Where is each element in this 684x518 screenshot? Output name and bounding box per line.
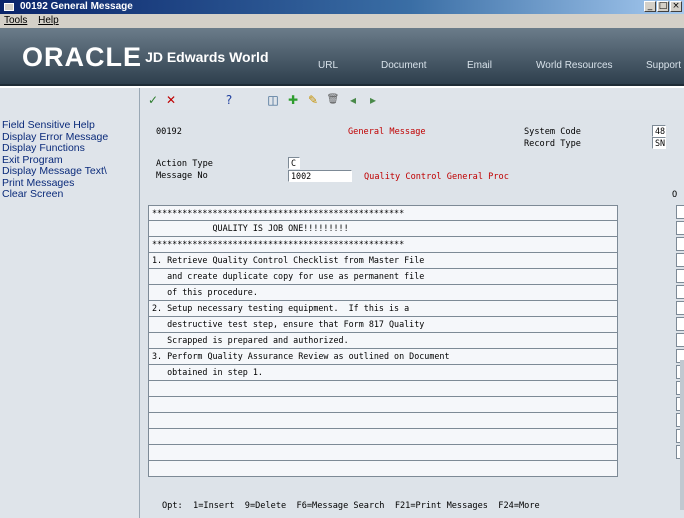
message-line[interactable]: ****************************************… xyxy=(148,237,618,253)
system-code-label: System Code xyxy=(524,127,581,137)
window-title: 00192 General Message xyxy=(20,1,133,12)
message-line[interactable] xyxy=(148,397,618,413)
message-line[interactable]: 2. Setup necessary testing equipment. If… xyxy=(148,301,618,317)
record-type-label: Record Type xyxy=(524,139,581,149)
exit-clear-screen[interactable]: Clear Screen xyxy=(2,188,140,201)
cancel-icon[interactable]: ✕ xyxy=(164,93,178,107)
app-icon xyxy=(4,3,14,11)
message-line[interactable]: 1. Retrieve Quality Control Checklist fr… xyxy=(148,253,618,269)
message-line[interactable]: Scrapped is prepared and authorized. xyxy=(148,333,618,349)
action-toolbar: ✓ ✕ ? ◫ ✚ ✎ 🗑 ◂ ▸ xyxy=(140,88,684,110)
option-field[interactable] xyxy=(676,205,684,219)
message-description: Quality Control General Proc xyxy=(364,172,509,182)
message-line[interactable]: ****************************************… xyxy=(148,205,618,221)
option-field[interactable] xyxy=(676,269,684,283)
help-icon[interactable]: ? xyxy=(222,93,236,107)
exit-display-message-text[interactable]: Display Message Text\ xyxy=(2,165,140,178)
window-title-bar: 00192 General Message _ □ × xyxy=(0,0,684,14)
screen-title: General Message xyxy=(348,127,426,137)
nav-document[interactable]: Document xyxy=(381,60,427,71)
oracle-banner: ORACLE JD Edwards World xyxy=(0,28,684,86)
add-icon[interactable]: ✚ xyxy=(286,93,300,107)
message-line[interactable]: obtained in step 1. xyxy=(148,365,618,381)
nav-support[interactable]: Support xyxy=(646,60,681,71)
option-field[interactable] xyxy=(676,301,684,315)
exit-list: Field Sensitive Help Display Error Messa… xyxy=(2,120,140,201)
option-field[interactable] xyxy=(676,333,684,347)
logo-product-text: JD Edwards World xyxy=(145,49,269,65)
record-type-field[interactable]: SN xyxy=(652,137,666,149)
message-line[interactable] xyxy=(148,413,618,429)
menu-tools[interactable]: Tools xyxy=(0,14,31,26)
next-icon[interactable]: ▸ xyxy=(366,93,380,107)
message-line[interactable]: destructive test step, ensure that Form … xyxy=(148,317,618,333)
message-line[interactable]: 3. Perform Quality Assurance Review as o… xyxy=(148,349,618,365)
nav-email[interactable]: Email xyxy=(467,60,492,71)
message-line[interactable] xyxy=(148,461,618,477)
nav-url[interactable]: URL xyxy=(318,60,338,71)
change-icon[interactable]: ✎ xyxy=(306,93,320,107)
function-key-legend: Opt: 1=Insert 9=Delete F6=Message Search… xyxy=(162,501,540,511)
option-field[interactable] xyxy=(676,237,684,251)
option-field[interactable] xyxy=(676,221,684,235)
nav-world-resources[interactable]: World Resources xyxy=(536,60,613,71)
exit-field-sensitive-help[interactable]: Field Sensitive Help xyxy=(2,120,140,132)
maximize-button[interactable]: □ xyxy=(657,1,669,12)
previous-icon[interactable]: ◂ xyxy=(346,93,360,107)
message-line[interactable]: QUALITY IS JOB ONE!!!!!!!!! xyxy=(148,221,618,237)
action-type-label: Action Type xyxy=(156,159,213,169)
exit-display-functions[interactable]: Display Functions xyxy=(2,142,140,155)
message-line[interactable]: of this procedure. xyxy=(148,285,618,301)
option-field[interactable] xyxy=(676,285,684,299)
logo-oracle-text: ORACLE xyxy=(22,42,142,72)
delete-icon[interactable]: 🗑 xyxy=(326,93,340,107)
close-button[interactable]: × xyxy=(670,1,682,12)
message-line[interactable] xyxy=(148,429,618,445)
minimize-button[interactable]: _ xyxy=(644,1,656,12)
window-controls: _ □ × xyxy=(644,1,682,12)
message-no-label: Message No xyxy=(156,171,208,181)
option-field[interactable] xyxy=(676,253,684,267)
oracle-logo: ORACLE JD Edwards World xyxy=(22,42,269,73)
action-type-field[interactable]: C xyxy=(288,157,300,169)
exit-panel: Field Sensitive Help Display Error Messa… xyxy=(0,88,140,518)
message-line[interactable] xyxy=(148,381,618,397)
message-line[interactable] xyxy=(148,445,618,461)
option-field[interactable] xyxy=(676,317,684,331)
program-id: 00192 xyxy=(156,127,182,137)
message-line[interactable]: and create duplicate copy for use as per… xyxy=(148,269,618,285)
menu-bar: Tools Help xyxy=(0,14,684,28)
system-code-field[interactable]: 48 xyxy=(652,125,666,137)
menu-help[interactable]: Help xyxy=(34,14,63,26)
message-text-grid: ****************************************… xyxy=(148,205,618,477)
vertical-scrollbar[interactable] xyxy=(680,360,684,510)
message-no-field[interactable]: 1002 xyxy=(288,170,352,182)
inquire-icon[interactable]: ◫ xyxy=(266,93,280,107)
check-icon[interactable]: ✓ xyxy=(146,93,160,107)
option-column-header: O xyxy=(672,190,678,200)
general-message-form: 00192 General Message System Code 48 Rec… xyxy=(140,110,684,518)
